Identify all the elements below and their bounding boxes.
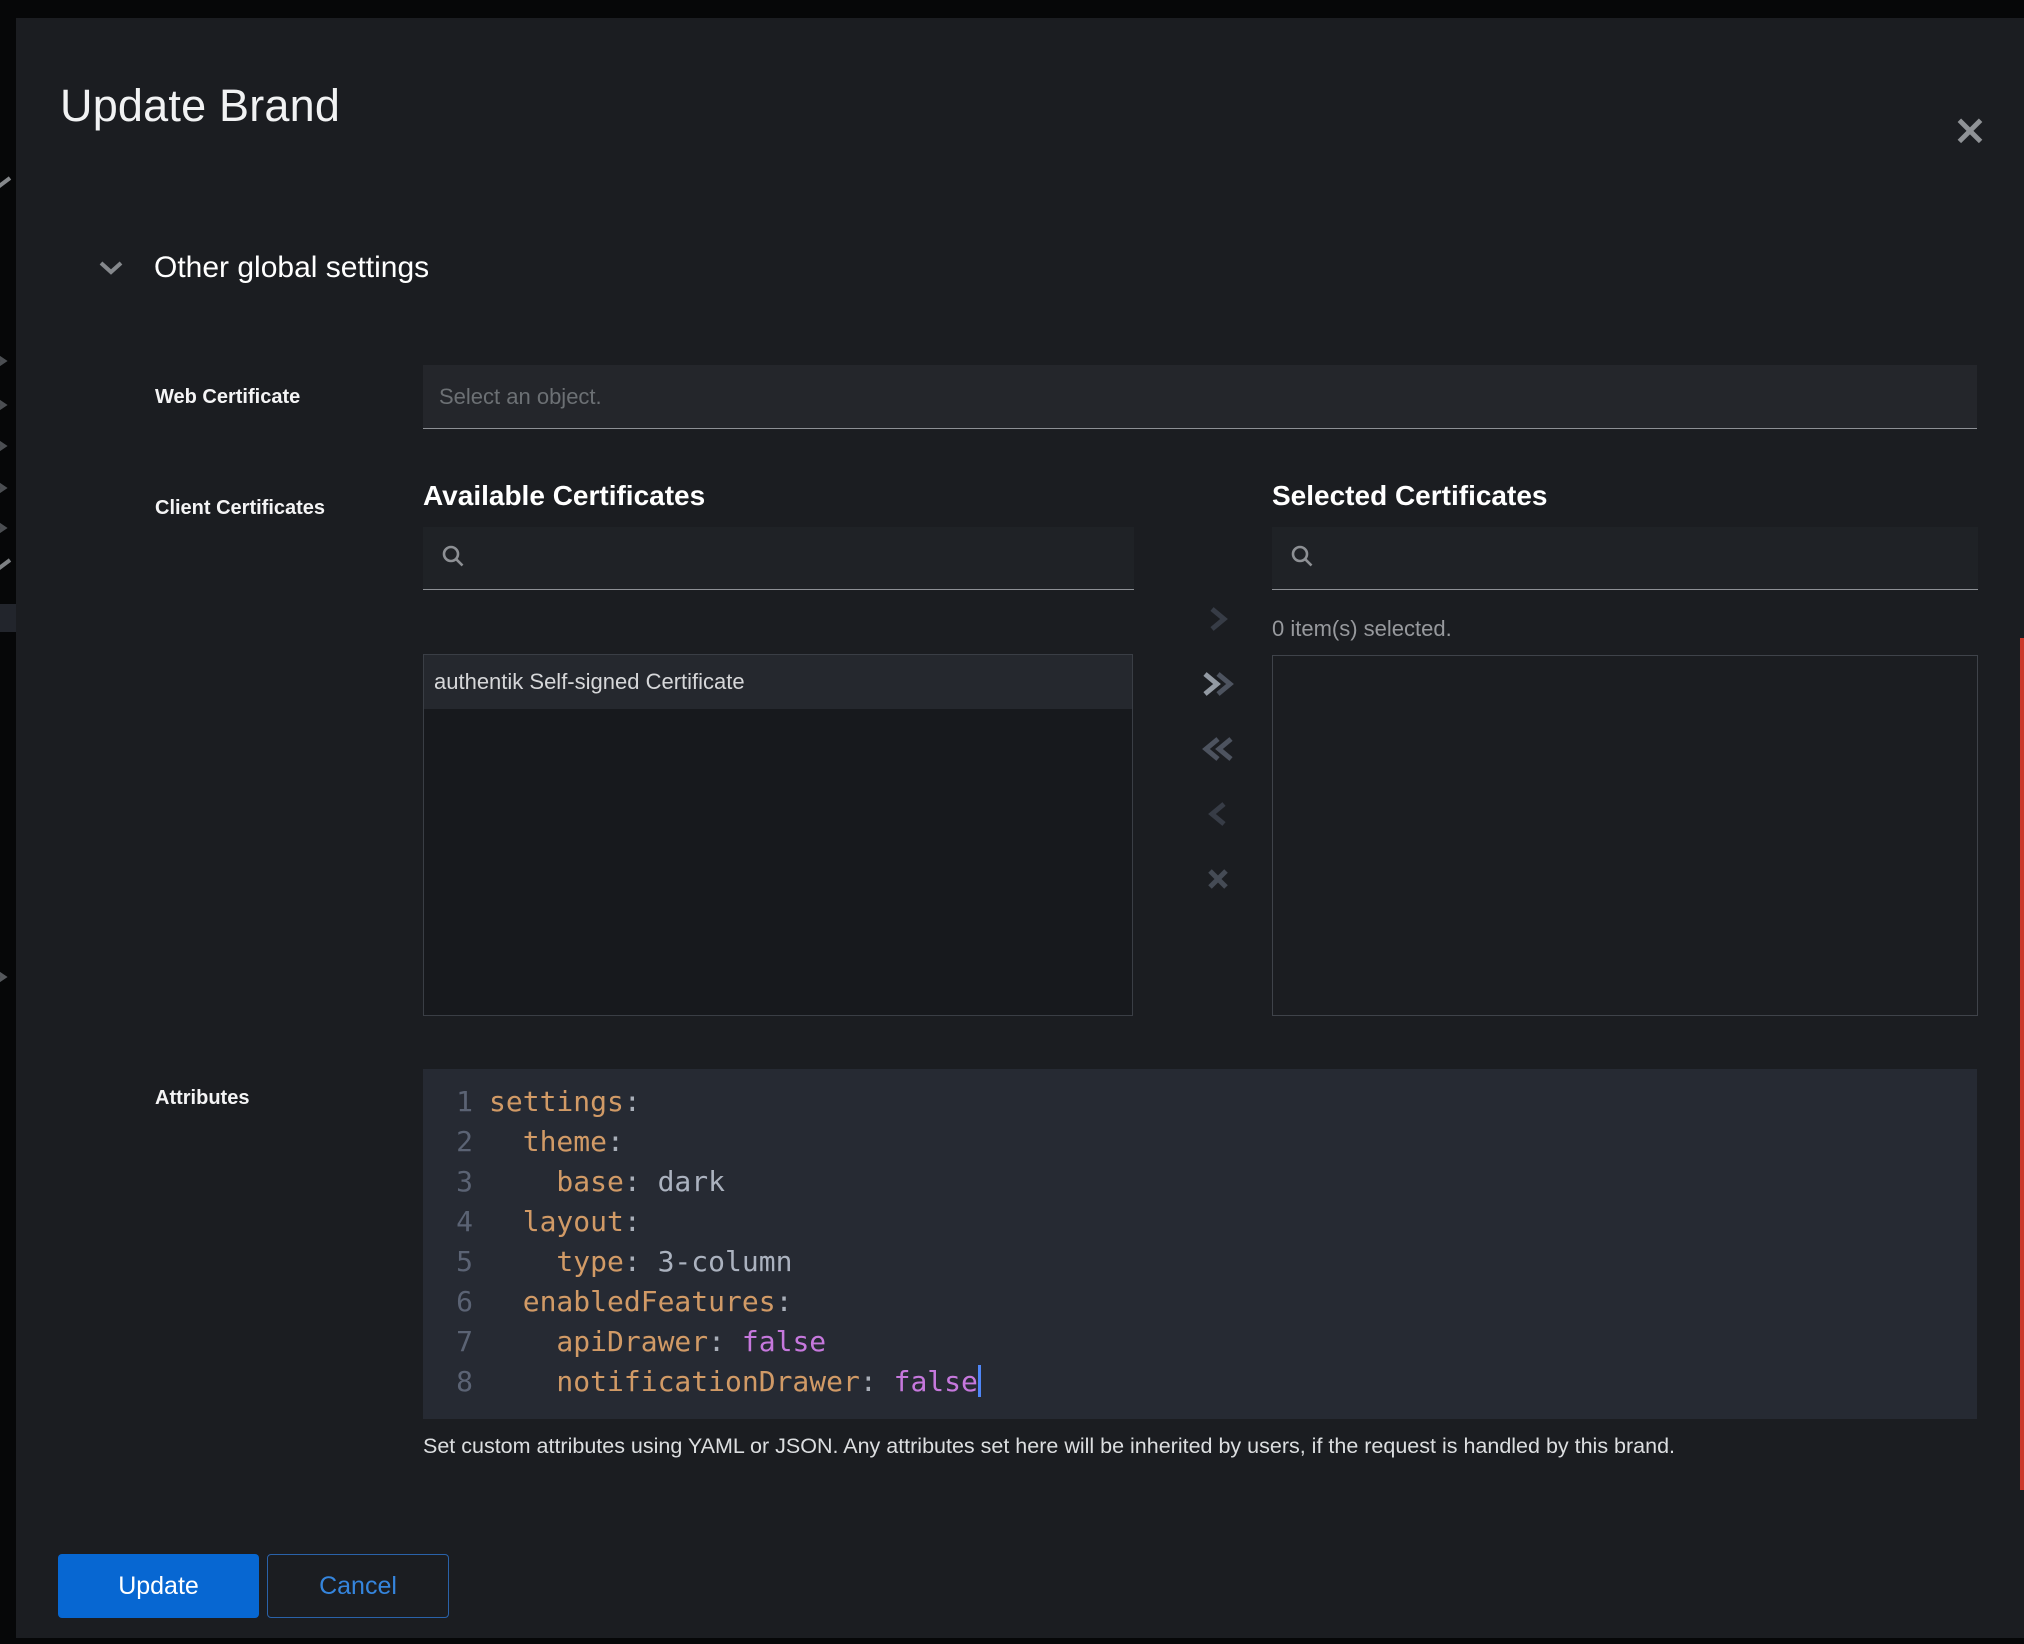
sidebar-check-fragment-icon [0, 556, 14, 580]
code-line: 1 settings: [423, 1082, 1977, 1122]
attributes-help-text: Set custom attributes using YAML or JSON… [423, 1434, 1983, 1459]
page-background-bottom [0, 1638, 2024, 1644]
sidebar-chevron-fragment-icon [0, 352, 8, 370]
web-certificate-label: Web Certificate [155, 386, 425, 409]
clear-selection-button[interactable] [1198, 859, 1238, 899]
angle-left-icon [1205, 799, 1231, 829]
sidebar-chevron-fragment-icon [0, 479, 8, 497]
available-certificates-search[interactable] [423, 527, 1134, 590]
page-background-sidebar-sliver [0, 0, 16, 1644]
move-all-right-button[interactable] [1198, 664, 1238, 704]
code-line: 7 apiDrawer: false [423, 1322, 1977, 1362]
close-icon [1204, 865, 1232, 893]
page-background-top [0, 0, 2024, 18]
move-selected-right-button[interactable] [1198, 599, 1238, 639]
selected-certificates-search[interactable] [1272, 527, 1978, 590]
code-line: 5 type: 3-column [423, 1242, 1977, 1282]
sidebar-highlight-fragment [0, 604, 16, 632]
close-icon[interactable]: × [1942, 102, 1998, 158]
update-button[interactable]: Update [58, 1554, 259, 1618]
modal-title: Update Brand [60, 80, 340, 132]
code-line: 6 enabledFeatures: [423, 1282, 1977, 1322]
attributes-label: Attributes [155, 1087, 425, 1110]
available-search-input[interactable] [479, 527, 1134, 589]
sidebar-check-fragment-icon [0, 174, 14, 198]
section-label: Other global settings [154, 251, 429, 285]
sidebar-chevron-fragment-icon [0, 437, 8, 455]
selected-certificates-list [1272, 655, 1978, 1016]
sidebar-chevron-fragment-icon [0, 519, 8, 537]
search-icon [441, 544, 465, 573]
code-line: 2 theme: [423, 1122, 1977, 1162]
move-selected-left-button[interactable] [1198, 794, 1238, 834]
cancel-button[interactable]: Cancel [267, 1554, 449, 1618]
selected-certificates-header: Selected Certificates [1272, 480, 1547, 512]
selected-search-input[interactable] [1328, 527, 1978, 589]
attributes-code-editor[interactable]: 1 settings: 2 theme: 3 base: dark 4 layo… [423, 1069, 1977, 1419]
sidebar-chevron-fragment-icon [0, 968, 8, 986]
list-item-certificate[interactable]: authentik Self-signed Certificate [424, 655, 1132, 709]
code-line: 3 base: dark [423, 1162, 1977, 1202]
angle-double-left-icon [1201, 734, 1235, 764]
selected-count-status: 0 item(s) selected. [1272, 616, 1452, 642]
sidebar-chevron-fragment-icon [0, 396, 8, 414]
move-all-left-button[interactable] [1198, 729, 1238, 769]
search-icon [1290, 544, 1314, 573]
available-certificates-list: authentik Self-signed Certificate [423, 654, 1133, 1016]
chevron-down-icon [96, 259, 126, 277]
angle-double-right-icon [1201, 669, 1235, 699]
text-cursor [978, 1365, 981, 1397]
code-line: 8 notificationDrawer: false [423, 1362, 1977, 1402]
client-certificates-label: Client Certificates [155, 497, 425, 520]
dual-list-transfer-controls [1182, 599, 1254, 899]
section-toggle-other-global-settings[interactable]: Other global settings [96, 246, 429, 290]
update-brand-modal: Update Brand × Other global settings Web… [16, 18, 2024, 1638]
code-line: 4 layout: [423, 1202, 1977, 1242]
available-certificates-header: Available Certificates [423, 480, 705, 512]
angle-right-icon [1205, 604, 1231, 634]
background-red-edge [2020, 638, 2024, 1490]
update-brand-screen: Update Brand × Other global settings Web… [0, 0, 2024, 1644]
web-certificate-input[interactable] [423, 365, 1977, 429]
